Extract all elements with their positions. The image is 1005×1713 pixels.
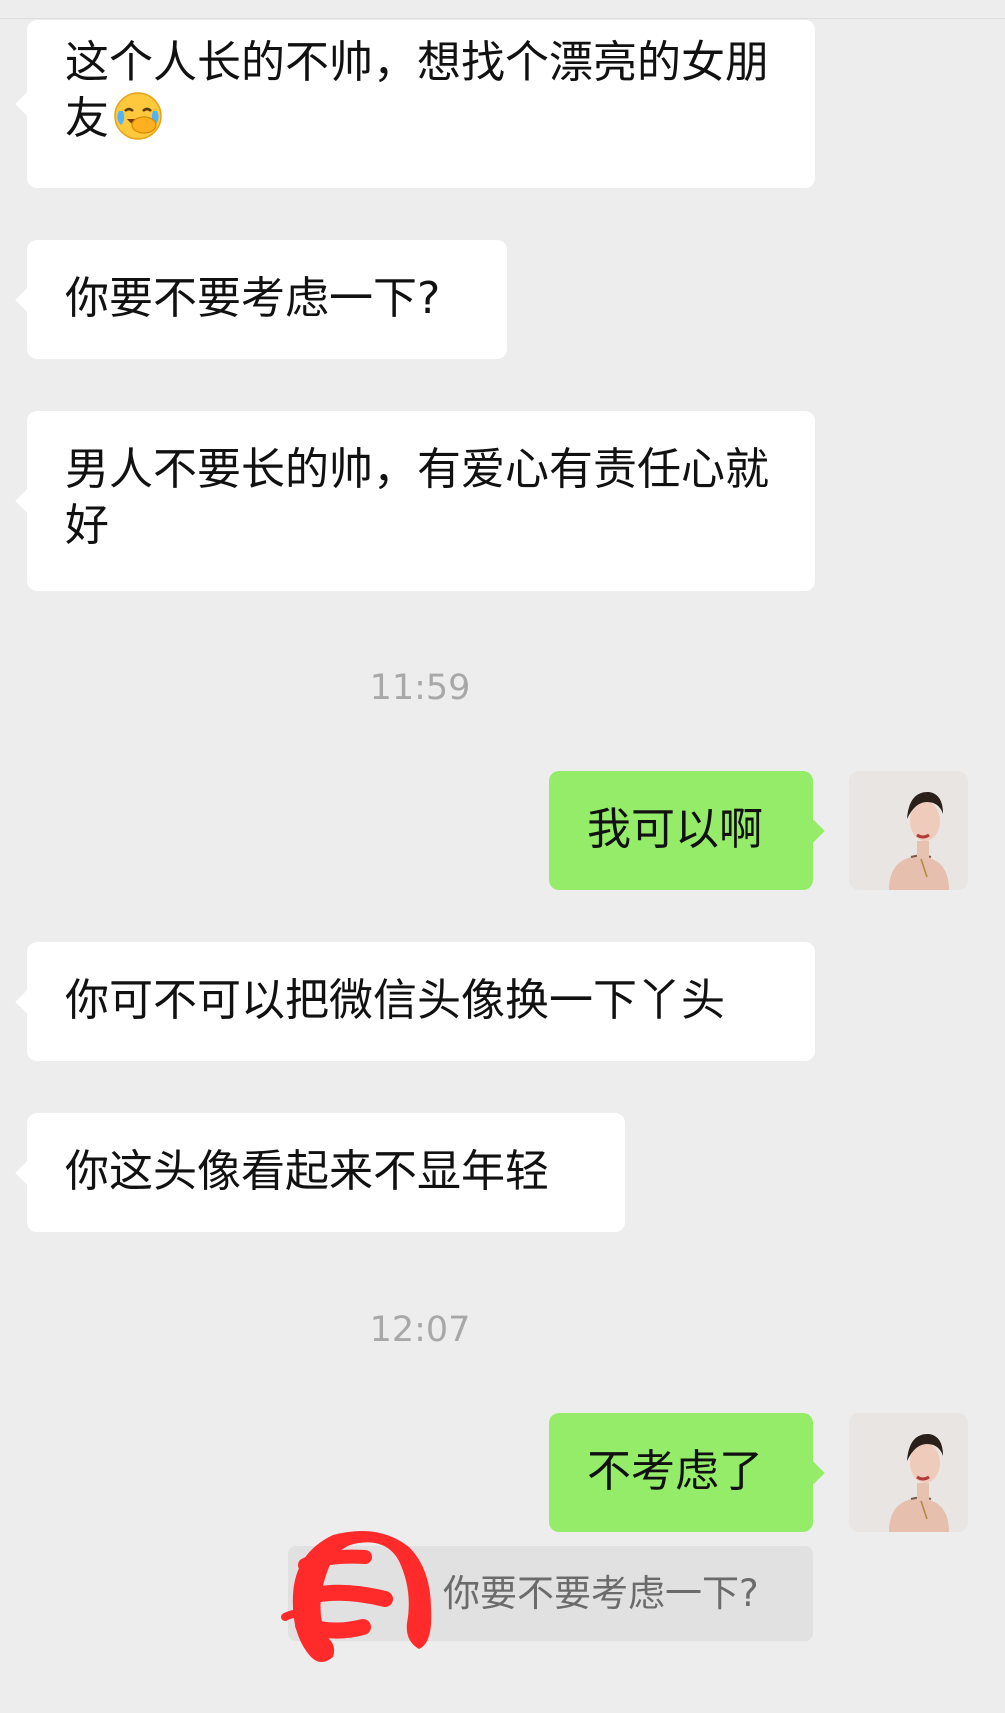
avatar[interactable] — [849, 771, 968, 890]
avatar[interactable] — [849, 1413, 968, 1532]
bubble-tail — [15, 988, 41, 1015]
message-bubble-incoming[interactable]: 这个人长的不帅，想找个漂亮的女朋友 — [15, 20, 815, 188]
bubble-tail — [15, 1159, 41, 1186]
message-text: 男人不要长的帅，有爱心有责任心就好 — [65, 444, 769, 551]
message-text: 你这头像看起来不显年轻 — [65, 1146, 549, 1197]
timestamp: 11:59 — [369, 668, 471, 708]
bubble-tail — [15, 488, 41, 514]
bubble-tail — [799, 817, 825, 844]
message-text-content: 这个人长的不帅，想找个漂亮的女朋友 — [65, 37, 769, 144]
message-text: 这个人长的不帅，想找个漂亮的女朋友 — [65, 35, 777, 147]
message-bubble-incoming[interactable]: 你这头像看起来不显年轻 — [15, 1113, 625, 1232]
quoted-message-text: 你要不要考虑一下? — [443, 1572, 759, 1615]
message-bubble-incoming[interactable]: 你可不可以把微信头像换一下丫头 — [15, 942, 815, 1061]
message-bubble-incoming[interactable]: 男人不要长的帅，有爱心有责任心就好 — [15, 411, 815, 591]
message-bubble-outgoing[interactable]: 我可以啊 — [549, 771, 825, 890]
message-text: 我可以啊 — [587, 804, 763, 855]
bubble-tail — [15, 91, 41, 117]
bubble-tail — [799, 1459, 825, 1486]
avatar-image — [849, 1413, 968, 1532]
bubble-tail — [15, 286, 41, 313]
message-text: 你要不要考虑一下? — [65, 273, 441, 324]
redaction-scribble — [281, 1531, 432, 1662]
timestamp: 12:07 — [369, 1310, 471, 1350]
top-divider — [0, 18, 1005, 19]
message-text: 你可不可以把微信头像换一下丫头 — [65, 975, 725, 1026]
message-bubble-outgoing[interactable]: 不考虑了 — [549, 1413, 825, 1532]
message-text: 不考虑了 — [587, 1446, 763, 1497]
laughing-crying-face-icon — [114, 92, 162, 140]
avatar-image — [849, 771, 968, 890]
message-bubble-incoming[interactable]: 你要不要考虑一下? — [15, 240, 507, 359]
